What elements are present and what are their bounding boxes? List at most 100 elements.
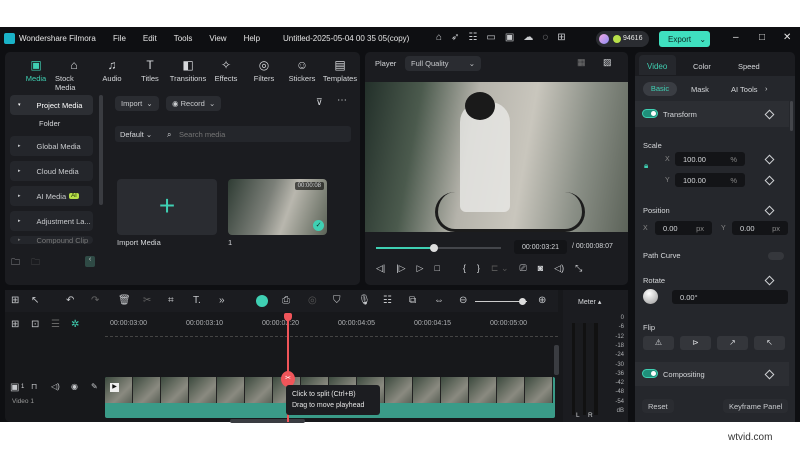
flip-horizontal-icon[interactable]: ⚠ xyxy=(643,336,674,350)
menu-edit[interactable]: Edit xyxy=(143,34,157,43)
chevron-right-icon[interactable]: › xyxy=(765,84,768,93)
scrubber-handle[interactable] xyxy=(430,244,438,252)
subtab-basic[interactable]: Basic xyxy=(643,82,677,96)
credits-badge[interactable]: 94616 xyxy=(596,31,649,47)
menu-view[interactable]: View xyxy=(209,34,226,43)
gift-icon[interactable]: ⌂ xyxy=(436,32,442,43)
import-media-button[interactable]: + xyxy=(117,179,217,235)
zoom-in-icon[interactable]: ⊕ xyxy=(538,295,546,306)
sort-dropdown[interactable]: Default ⌄ xyxy=(120,130,152,139)
tab-media[interactable]: ▣Media xyxy=(17,58,55,92)
flip-vertical-icon[interactable]: ⊳ xyxy=(680,336,711,350)
meter-dropdown[interactable]: Meter ▴ xyxy=(578,298,601,306)
mark-out-icon[interactable]: } xyxy=(477,263,480,274)
auto-beat-icon[interactable]: ◎ xyxy=(308,295,317,306)
minimize-icon[interactable]: – xyxy=(733,32,739,43)
mark-in-icon[interactable]: { xyxy=(463,263,466,274)
cut-icon[interactable]: ✂ xyxy=(143,295,151,306)
camera-icon[interactable]: ◙ xyxy=(538,263,543,274)
avatar[interactable] xyxy=(599,34,609,44)
sidebar-item-global-media[interactable]: ▸Global Media xyxy=(10,136,93,156)
compositing-section-header[interactable]: Compositing xyxy=(635,362,789,386)
playhead-handle[interactable] xyxy=(284,313,292,321)
reset-button[interactable]: Reset xyxy=(642,399,674,413)
snapshot-view-icon[interactable]: ▨ xyxy=(603,57,612,68)
menu-help[interactable]: Help xyxy=(244,34,260,43)
notes-icon[interactable]: ☷ xyxy=(468,32,477,43)
zoom-slider-handle[interactable] xyxy=(519,298,526,305)
tab-transitions[interactable]: ◧Transitions xyxy=(169,58,207,92)
display-icon[interactable]: ⎚ xyxy=(520,263,527,274)
keyframe-diamond-icon[interactable] xyxy=(765,110,775,120)
audio-mix-icon[interactable]: ☷ xyxy=(383,295,392,306)
mute-track-icon[interactable]: ◁) xyxy=(51,382,60,391)
tab-speed[interactable]: Speed xyxy=(738,62,760,71)
timeline-ruler[interactable]: 00:00:03:0000:00:03:1000:00:03:2000:00:0… xyxy=(105,315,558,337)
insert-icon[interactable]: ⊏ ⌄ xyxy=(491,263,509,274)
cloud-icon[interactable]: ☁ xyxy=(523,32,533,43)
ai-copilot-icon[interactable] xyxy=(256,295,268,307)
scale-x-input[interactable]: 100.00% xyxy=(675,152,745,166)
sidebar-item-ai-media[interactable]: ▸AI MediaAI xyxy=(10,186,93,206)
sidebar-item-compound-clip[interactable]: ▸Compound Clip xyxy=(10,236,93,244)
replace-icon[interactable]: ⧉ xyxy=(409,295,416,306)
collapse-sidebar-button[interactable]: ‹ xyxy=(85,256,95,267)
record-dropdown[interactable]: ◉ Record ⌄ xyxy=(166,96,221,111)
visibility-icon[interactable]: ◉ xyxy=(71,382,78,391)
redo-icon[interactable]: ↷ xyxy=(91,295,99,306)
import-dropdown[interactable]: Import ⌄ xyxy=(115,96,159,111)
grid-view-icon[interactable]: ▦ xyxy=(577,57,586,68)
keyframe-panel-button[interactable]: Keyframe Panel xyxy=(723,399,788,413)
timeline-vertical-scrollbar[interactable] xyxy=(554,345,559,375)
prev-frame-icon[interactable]: ◁| xyxy=(376,263,385,274)
transform-toggle[interactable] xyxy=(642,109,658,118)
path-curve-toggle[interactable] xyxy=(768,252,784,260)
volume-icon[interactable]: ◁) xyxy=(554,263,564,274)
export-button[interactable]: Export ⌄ xyxy=(659,31,710,47)
microphone-icon[interactable]: 🎙︎ xyxy=(358,295,371,306)
filter-icon[interactable]: ⊽ xyxy=(316,97,323,108)
position-x-input[interactable]: 0.00px xyxy=(655,221,712,235)
media-clip-thumbnail[interactable]: 00:00:08 ✓ xyxy=(228,179,327,235)
playback-scrubber[interactable] xyxy=(376,247,501,249)
keyframe-diamond-icon[interactable] xyxy=(765,206,775,216)
monitor-icon[interactable]: ▭ xyxy=(486,32,495,43)
track-manager-icon[interactable]: ☰ xyxy=(51,319,60,330)
sidebar-scrollbar[interactable] xyxy=(99,95,103,205)
next-frame-icon[interactable]: |▷ xyxy=(396,263,405,274)
select-tool-icon[interactable]: ↖ xyxy=(31,295,39,306)
lock-icon[interactable]: 🔒︎ xyxy=(644,161,648,171)
apps-icon[interactable]: ⊞ xyxy=(557,32,565,43)
support-icon[interactable]: ◌ xyxy=(542,32,548,43)
subtab-mask[interactable]: Mask xyxy=(691,85,709,94)
stop-icon[interactable]: □ xyxy=(434,263,439,274)
sidebar-item-folder[interactable]: Folder xyxy=(39,119,60,128)
rotate-left-icon[interactable]: ↖ xyxy=(754,336,785,350)
lock-track-icon[interactable]: ⊓ xyxy=(31,382,37,391)
marker-icon[interactable]: ⛉ xyxy=(333,295,341,306)
fullscreen-icon[interactable]: ⤡ xyxy=(575,263,582,274)
inspector-scrollbar[interactable] xyxy=(790,101,793,131)
tab-templates[interactable]: ▤Templates xyxy=(321,58,359,92)
menu-tools[interactable]: Tools xyxy=(174,34,193,43)
layout-icon[interactable]: ⊞ xyxy=(11,295,19,306)
share-icon[interactable]: ➶ xyxy=(451,32,459,43)
keyframe-diamond-icon[interactable] xyxy=(765,370,775,380)
fit-icon[interactable]: ⇔ xyxy=(434,295,444,306)
crop-icon[interactable]: ⌗ xyxy=(168,295,174,306)
zoom-slider[interactable] xyxy=(475,301,527,302)
position-y-input[interactable]: 0.00px xyxy=(732,221,788,235)
keyframe-diamond-icon[interactable] xyxy=(765,155,775,165)
timeline-horizontal-scrollbar[interactable] xyxy=(230,419,305,423)
maximize-icon[interactable]: □ xyxy=(759,32,765,43)
subtab-ai-tools[interactable]: AI Tools xyxy=(731,85,758,94)
sidebar-item-cloud-media[interactable]: ▸Cloud Media xyxy=(10,161,93,181)
save-icon[interactable]: ▣ xyxy=(505,32,514,43)
rotate-right-icon[interactable]: ↗ xyxy=(717,336,748,350)
link-icon[interactable]: ⊡ xyxy=(31,319,39,330)
sidebar-item-adjustment-layer[interactable]: ▸Adjustment La... xyxy=(10,211,93,231)
scale-y-input[interactable]: 100.00% xyxy=(675,173,745,187)
tab-stickers[interactable]: ☺Stickers xyxy=(283,58,321,92)
search-input[interactable] xyxy=(179,128,339,140)
more-icon[interactable]: ⋯ xyxy=(337,95,347,106)
